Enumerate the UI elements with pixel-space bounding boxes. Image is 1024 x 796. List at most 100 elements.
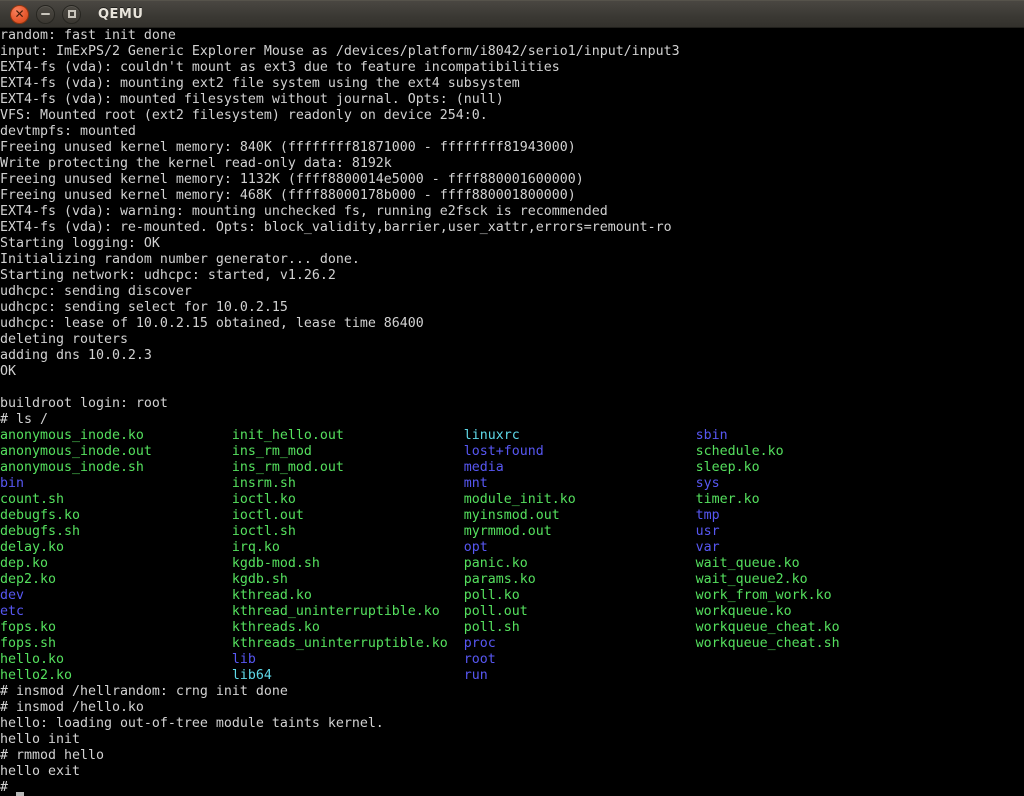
file-name: linuxrc bbox=[464, 428, 696, 443]
terminal-line: # ls / bbox=[0, 412, 1024, 428]
console-text: udhcpc: sending discover bbox=[0, 284, 192, 299]
file-name: irq.ko bbox=[232, 540, 464, 555]
terminal-line: deleting routers bbox=[0, 332, 1024, 348]
minimize-icon bbox=[41, 13, 50, 15]
terminal-line: hello.ko lib root bbox=[0, 652, 1024, 668]
file-name: debugfs.ko bbox=[0, 508, 232, 523]
file-name: dep2.ko bbox=[0, 572, 232, 587]
file-name: params.ko bbox=[464, 572, 696, 587]
terminal-line: etc kthread_uninterruptible.ko poll.out … bbox=[0, 604, 1024, 620]
terminal-line: EXT4-fs (vda): mounting ext2 file system… bbox=[0, 76, 1024, 92]
file-name: hello2.ko bbox=[0, 668, 232, 683]
terminal-line: EXT4-fs (vda): mounted filesystem withou… bbox=[0, 92, 1024, 108]
file-name: poll.sh bbox=[464, 620, 696, 635]
console-text: EXT4-fs (vda): mounted filesystem withou… bbox=[0, 92, 504, 107]
file-name: kgdb-mod.sh bbox=[232, 556, 464, 571]
console-text: devtmpfs: mounted bbox=[0, 124, 136, 139]
file-name: workqueue_cheat.sh bbox=[696, 636, 840, 651]
terminal-line: anonymous_inode.ko init_hello.out linuxr… bbox=[0, 428, 1024, 444]
terminal-line: Freeing unused kernel memory: 1132K (fff… bbox=[0, 172, 1024, 188]
console-text: EXT4-fs (vda): couldn't mount as ext3 du… bbox=[0, 60, 560, 75]
titlebar: ✕ QEMU bbox=[0, 0, 1024, 28]
file-name: ioctl.sh bbox=[232, 524, 464, 539]
file-name: myrmmod.out bbox=[464, 524, 696, 539]
terminal-line: udhcpc: sending select for 10.0.2.15 bbox=[0, 300, 1024, 316]
console-text: Write protecting the kernel read-only da… bbox=[0, 156, 392, 171]
terminal-line: Starting network: udhcpc: started, v1.26… bbox=[0, 268, 1024, 284]
console-text: udhcpc: lease of 10.0.2.15 obtained, lea… bbox=[0, 316, 424, 331]
console-text: Freeing unused kernel memory: 1132K (fff… bbox=[0, 172, 584, 187]
file-name: ioctl.ko bbox=[232, 492, 464, 507]
terminal-line: input: ImExPS/2 Generic Explorer Mouse a… bbox=[0, 44, 1024, 60]
console-text: hello init bbox=[0, 732, 80, 747]
terminal-screen[interactable]: random: fast init doneinput: ImExPS/2 Ge… bbox=[0, 28, 1024, 796]
file-name: count.sh bbox=[0, 492, 232, 507]
terminal-line: adding dns 10.0.2.3 bbox=[0, 348, 1024, 364]
terminal-line: Freeing unused kernel memory: 468K (ffff… bbox=[0, 188, 1024, 204]
terminal-line: udhcpc: lease of 10.0.2.15 obtained, lea… bbox=[0, 316, 1024, 332]
file-name: run bbox=[464, 668, 488, 683]
terminal-line bbox=[0, 380, 1024, 396]
file-name: module_init.ko bbox=[464, 492, 696, 507]
console-text: hello: loading out-of-tree module taints… bbox=[0, 716, 384, 731]
terminal-line: udhcpc: sending discover bbox=[0, 284, 1024, 300]
terminal-line: Write protecting the kernel read-only da… bbox=[0, 156, 1024, 172]
file-name: workqueue.ko bbox=[696, 604, 792, 619]
console-text: Freeing unused kernel memory: 468K (ffff… bbox=[0, 188, 576, 203]
terminal-line: anonymous_inode.out ins_rm_mod lost+foun… bbox=[0, 444, 1024, 460]
terminal-line: anonymous_inode.sh ins_rm_mod.out media … bbox=[0, 460, 1024, 476]
maximize-icon bbox=[68, 10, 76, 18]
file-name: hello.ko bbox=[0, 652, 232, 667]
close-icon: ✕ bbox=[14, 8, 24, 20]
console-text: deleting routers bbox=[0, 332, 128, 347]
console-text: udhcpc: sending select for 10.0.2.15 bbox=[0, 300, 288, 315]
file-name: ins_rm_mod bbox=[232, 444, 464, 459]
maximize-button[interactable] bbox=[62, 5, 81, 24]
terminal-line: EXT4-fs (vda): warning: mounting uncheck… bbox=[0, 204, 1024, 220]
console-text: # ls / bbox=[0, 412, 48, 427]
file-name: init_hello.out bbox=[232, 428, 464, 443]
minimize-button[interactable] bbox=[36, 5, 55, 24]
console-text: input: ImExPS/2 Generic Explorer Mouse a… bbox=[0, 44, 680, 59]
file-name: workqueue_cheat.ko bbox=[696, 620, 840, 635]
console-text: OK bbox=[0, 364, 16, 379]
terminal-line: hello init bbox=[0, 732, 1024, 748]
terminal-line: debugfs.ko ioctl.out myinsmod.out tmp bbox=[0, 508, 1024, 524]
terminal-line: delay.ko irq.ko opt var bbox=[0, 540, 1024, 556]
file-name: mnt bbox=[464, 476, 696, 491]
console-text: adding dns 10.0.2.3 bbox=[0, 348, 152, 363]
file-name: etc bbox=[0, 604, 232, 619]
console-text: random: fast init done bbox=[0, 28, 176, 43]
file-name: myinsmod.out bbox=[464, 508, 696, 523]
file-name: anonymous_inode.sh bbox=[0, 460, 232, 475]
file-name: schedule.ko bbox=[696, 444, 784, 459]
file-name: fops.ko bbox=[0, 620, 232, 635]
terminal-line: Initializing random number generator... … bbox=[0, 252, 1024, 268]
terminal-line: bin insrm.sh mnt sys bbox=[0, 476, 1024, 492]
terminal-line: # insmod /hello.ko bbox=[0, 700, 1024, 716]
close-button[interactable]: ✕ bbox=[10, 5, 29, 24]
console-text: Freeing unused kernel memory: 840K (ffff… bbox=[0, 140, 576, 155]
file-name: proc bbox=[464, 636, 696, 651]
terminal-line: OK bbox=[0, 364, 1024, 380]
terminal-line: dep2.ko kgdb.sh params.ko wait_queue2.ko bbox=[0, 572, 1024, 588]
file-name: var bbox=[696, 540, 720, 555]
file-name: lib64 bbox=[232, 668, 464, 683]
console-text: buildroot login: root bbox=[0, 396, 168, 411]
terminal-line: EXT4-fs (vda): re-mounted. Opts: block_v… bbox=[0, 220, 1024, 236]
terminal-line: hello: loading out-of-tree module taints… bbox=[0, 716, 1024, 732]
file-name: wait_queue2.ko bbox=[696, 572, 808, 587]
console-text: Starting network: udhcpc: started, v1.26… bbox=[0, 268, 336, 283]
terminal-line: # bbox=[0, 780, 1024, 796]
terminal-line: VFS: Mounted root (ext2 filesystem) read… bbox=[0, 108, 1024, 124]
console-text: EXT4-fs (vda): warning: mounting uncheck… bbox=[0, 204, 608, 219]
terminal-line: random: fast init done bbox=[0, 28, 1024, 44]
file-name: media bbox=[464, 460, 696, 475]
console-text: # rmmod hello bbox=[0, 748, 104, 763]
terminal-line: dep.ko kgdb-mod.sh panic.ko wait_queue.k… bbox=[0, 556, 1024, 572]
file-name: fops.sh bbox=[0, 636, 232, 651]
file-name: usr bbox=[696, 524, 720, 539]
file-name: kgdb.sh bbox=[232, 572, 464, 587]
file-name: poll.ko bbox=[464, 588, 696, 603]
file-name: sbin bbox=[696, 428, 728, 443]
